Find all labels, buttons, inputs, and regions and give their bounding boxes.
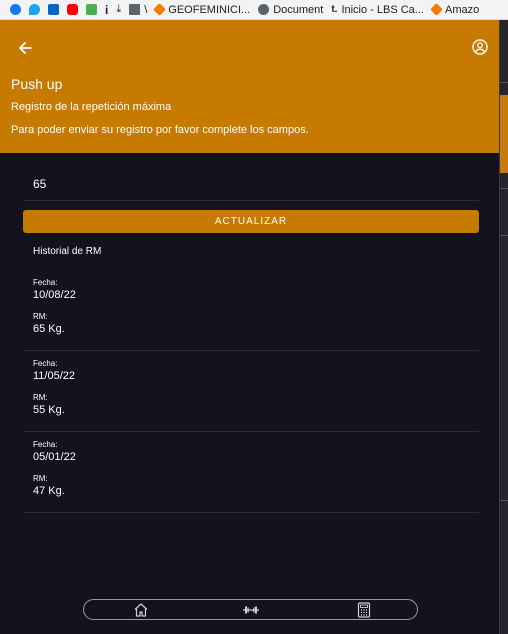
date-value: 10/08/22 [33, 289, 76, 301]
dumbbell-icon [243, 606, 259, 614]
browser-side-panel [499, 20, 508, 634]
history-title: Historial de RM [33, 246, 102, 257]
youtube-icon [67, 4, 78, 15]
bookmark-lbs[interactable]: t. Inicio - LBS Ca... [331, 4, 424, 16]
lbs-icon: t. [331, 4, 338, 15]
rm-value: 47 Kg. [33, 485, 65, 497]
user-circle-icon [472, 39, 488, 55]
rm-label: RM: [33, 312, 48, 321]
bookmark-amazon[interactable]: Amazo [430, 3, 480, 16]
outlook-icon [48, 4, 59, 15]
date-label: Fecha: [33, 278, 58, 287]
rm-value: 65 Kg. [33, 323, 65, 335]
bookmark-label: Amazo [444, 3, 480, 16]
bookmark-document[interactable]: Document [258, 4, 323, 16]
nav-home-button[interactable] [132, 601, 150, 619]
globe-icon [258, 4, 270, 15]
nav-workout-button[interactable] [242, 601, 260, 619]
bookmark-youtube[interactable] [67, 4, 78, 15]
back-button[interactable] [14, 37, 36, 59]
cb-icon [86, 4, 97, 15]
bookmark-download[interactable]: ⤓ [116, 3, 121, 16]
bottom-nav [83, 599, 418, 620]
bookmark-cb[interactable] [86, 4, 97, 15]
history-list: Fecha: 10/08/22 RM: 65 Kg. Fecha: 11/05/… [23, 270, 479, 513]
update-button[interactable]: ACTUALIZAR [23, 210, 479, 233]
folder-icon [129, 4, 141, 15]
arrow-left-icon [19, 42, 32, 54]
bookmark-label: GEOFEMINICI... [168, 3, 251, 16]
page-title: Push up [11, 76, 63, 92]
date-value: 05/01/22 [33, 451, 76, 463]
bookmarks-bar: i ⤓ \ GEOFEMINICI... Document t. Inicio -… [0, 0, 508, 20]
geofeminicidio-icon [153, 3, 167, 16]
profile-button[interactable] [469, 36, 491, 58]
history-entry: Fecha: 11/05/22 RM: 55 Kg. [23, 351, 479, 432]
nav-calculator-button[interactable] [355, 601, 373, 619]
bookmark-outlook[interactable] [48, 4, 59, 15]
amazon-icon [430, 3, 443, 16]
app-header: Push up Registro de la repetición máxima… [0, 20, 499, 153]
form-instructions: Para poder enviar su registro por favor … [11, 124, 309, 136]
history-entry: Fecha: 10/08/22 RM: 65 Kg. [23, 270, 479, 351]
home-icon [134, 603, 148, 617]
bookmark-twitter[interactable] [29, 4, 40, 15]
page-subtitle: Registro de la repetición máxima [11, 101, 172, 113]
bookmark-geofeminicidio[interactable]: GEOFEMINICI... [153, 3, 251, 16]
bookmark-info[interactable]: i [105, 3, 108, 17]
date-value: 11/05/22 [33, 370, 76, 382]
bookmark-label: Inicio - LBS Ca... [341, 3, 424, 16]
facebook-icon [10, 4, 21, 15]
date-label: Fecha: [33, 359, 58, 368]
bookmark-label: Document [273, 3, 324, 16]
calculator-icon [357, 602, 371, 618]
history-entry: Fecha: 05/01/22 RM: 47 Kg. [23, 432, 479, 513]
rm-input[interactable] [23, 168, 479, 201]
rm-label: RM: [33, 474, 48, 483]
download-icon: ⤓ [116, 3, 122, 15]
rm-label: RM: [33, 393, 48, 402]
bookmark-facebook[interactable] [10, 4, 21, 15]
twitter-icon [29, 4, 40, 15]
rm-value: 55 Kg. [33, 404, 65, 416]
date-label: Fecha: [33, 440, 58, 449]
bookmark-folder[interactable]: \ [129, 4, 147, 16]
info-icon: i [105, 2, 109, 17]
